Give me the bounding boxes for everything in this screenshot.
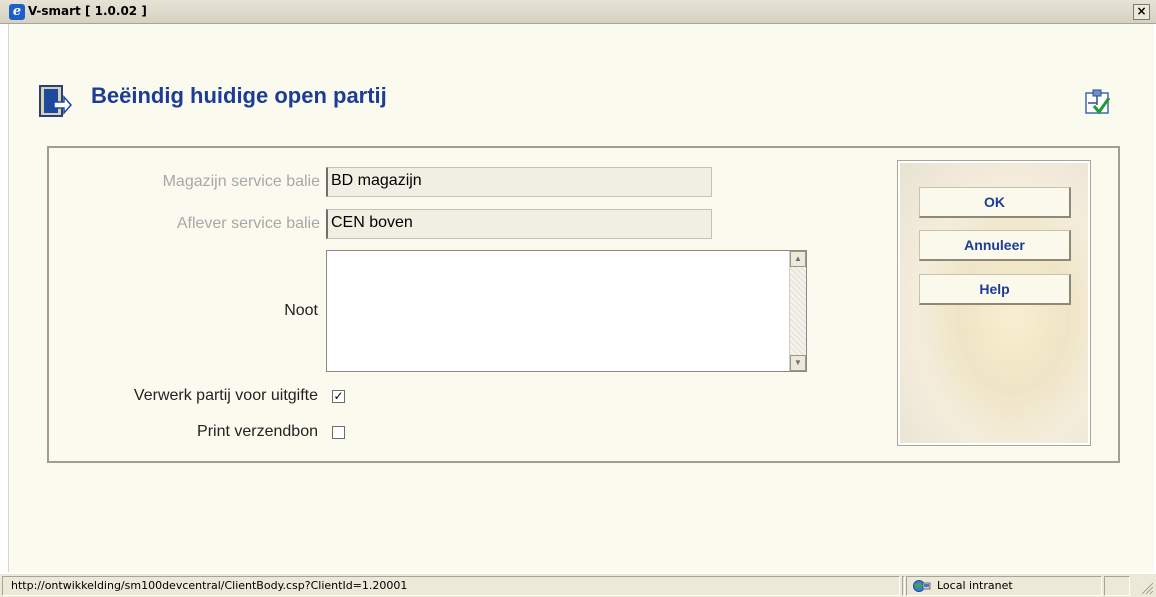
ok-button[interactable]: OK [919, 187, 1071, 218]
noot-textarea[interactable]: ▲ ▼ [326, 250, 807, 372]
window-title: V-smart [ 1.0.02 ] [28, 4, 147, 18]
close-button[interactable]: × [1133, 4, 1150, 20]
workflow-check-icon[interactable] [1082, 87, 1112, 117]
print-checkbox[interactable] [332, 426, 345, 439]
scroll-up-icon[interactable]: ▲ [790, 251, 806, 267]
intranet-globe-icon [913, 580, 931, 592]
status-zone-label: Local intranet [937, 579, 1013, 592]
noot-label: Noot [284, 302, 318, 319]
verwerk-label: Verwerk partij voor uitgifte [133, 387, 318, 404]
window-titlebar: e V-smart [ 1.0.02 ] × [0, 0, 1156, 24]
status-zone: Local intranet [906, 576, 1102, 596]
exit-door-icon [39, 85, 72, 117]
status-empty-segment [1104, 576, 1130, 596]
scroll-down-icon[interactable]: ▼ [790, 355, 806, 371]
aflever-field: CEN boven [326, 209, 712, 239]
noot-scrollbar[interactable]: ▲ ▼ [789, 251, 806, 371]
page-title: Beëindig huidige open partij [91, 83, 387, 108]
help-button[interactable]: Help [919, 274, 1071, 305]
magazijn-field: BD magazijn [326, 167, 712, 197]
verwerk-checkbox[interactable]: ✓ [332, 390, 345, 403]
status-bar: http://ontwikkelding/sm100devcentral/Cli… [0, 573, 1156, 597]
print-label: Print verzendbon [197, 423, 318, 440]
annuleer-button[interactable]: Annuleer [919, 230, 1071, 261]
resize-grip-icon[interactable] [1140, 581, 1154, 595]
ie-icon: e [9, 4, 25, 20]
status-divider [902, 576, 905, 596]
magazijn-label: Magazijn service balie [162, 173, 320, 190]
aflever-label: Aflever service balie [176, 215, 320, 232]
status-url: http://ontwikkelding/sm100devcentral/Cli… [2, 576, 900, 596]
